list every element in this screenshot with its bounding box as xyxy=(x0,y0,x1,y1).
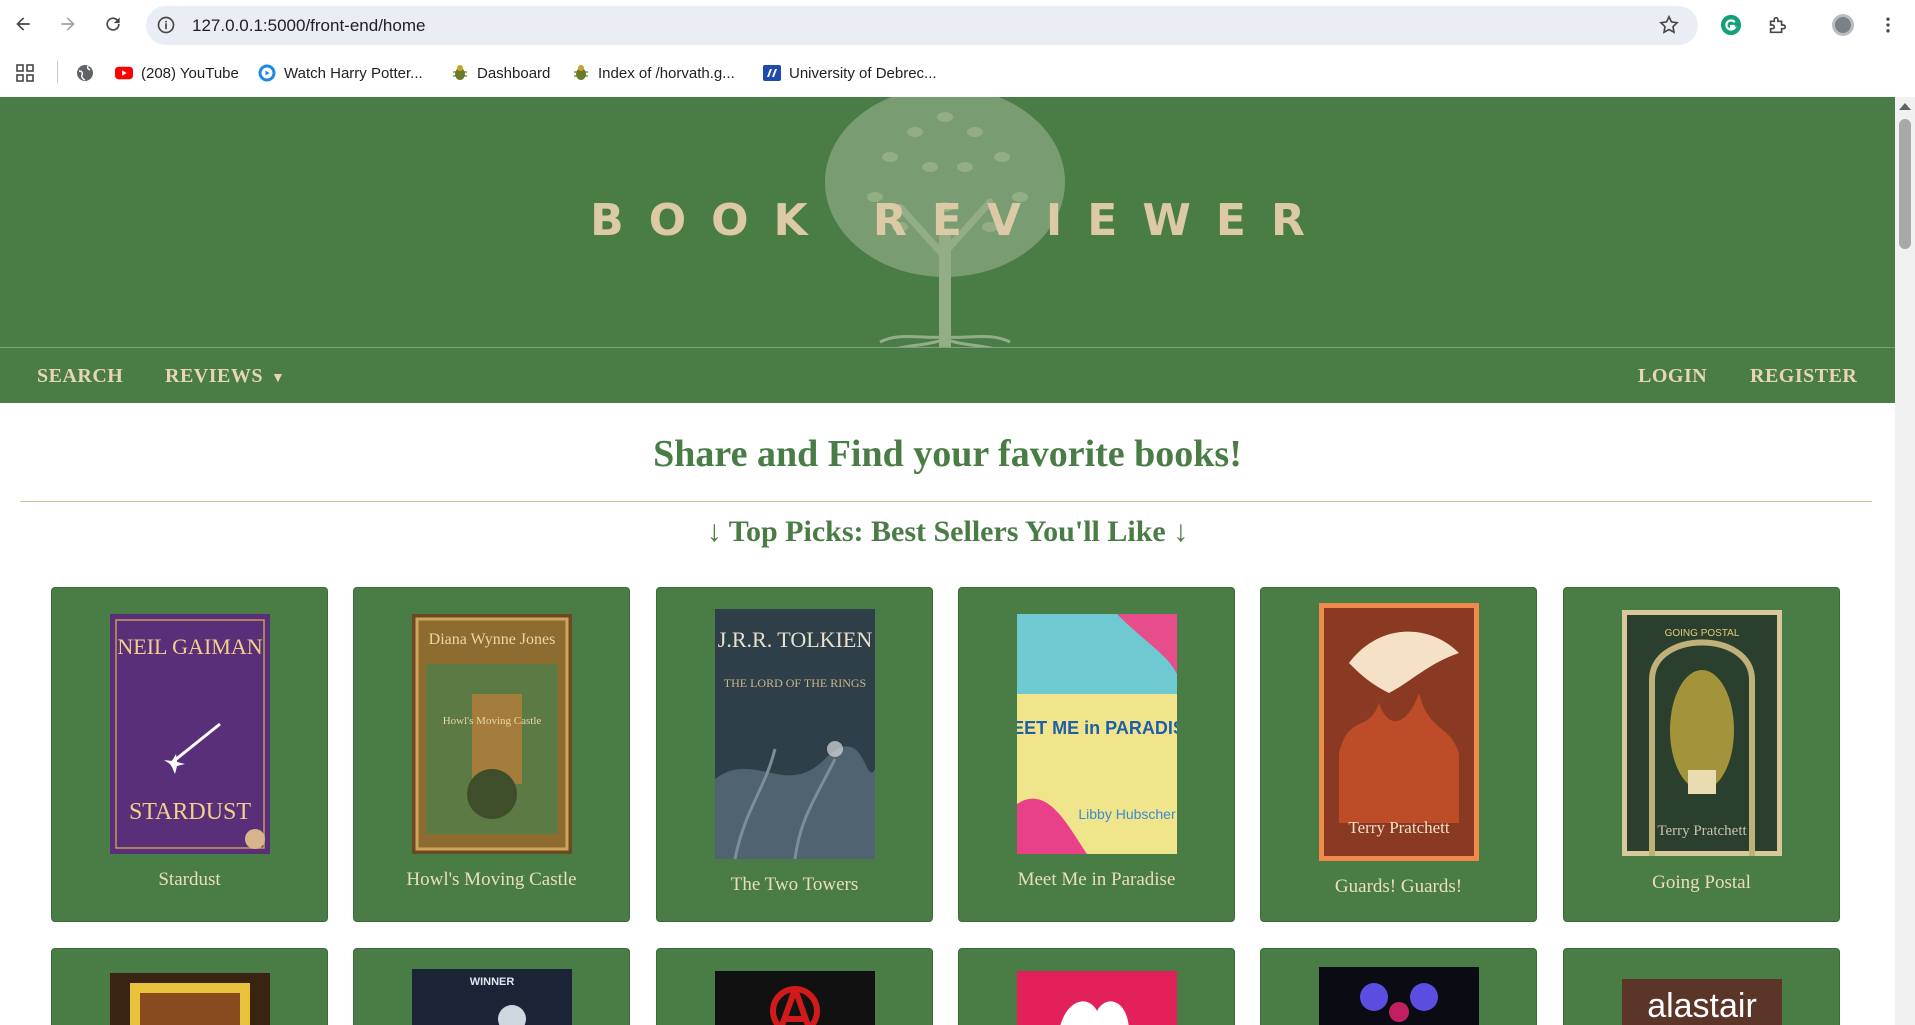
profile-avatar-icon[interactable] xyxy=(1830,12,1856,38)
back-button[interactable] xyxy=(9,10,37,38)
nav-register[interactable]: REGISTER xyxy=(1750,365,1857,388)
browser-toolbar: 127.0.0.1:5000/front-end/home xyxy=(0,0,1915,50)
book-card[interactable]: alastair xyxy=(1563,948,1840,1025)
book-cover[interactable]: WINNER xyxy=(412,969,572,1025)
cover-author-text: Libby Hubscher xyxy=(1078,806,1176,822)
cover-author-text: J.R.R. TOLKIEN xyxy=(718,627,873,652)
book-title[interactable]: Going Postal xyxy=(1564,872,1839,894)
bookmark-dashboard[interactable]: Dashboard xyxy=(451,61,550,85)
cover-title-text: GOING POSTAL xyxy=(1665,628,1740,639)
play-circle-icon xyxy=(258,64,276,82)
book-title[interactable]: The Two Towers xyxy=(657,874,932,896)
caret-down-icon: ▼ xyxy=(270,371,286,386)
cover-badge-text: WINNER xyxy=(470,976,515,988)
arrow-left-icon xyxy=(16,17,30,31)
bookmark-label: University of Debrec... xyxy=(789,64,937,82)
bookmark-university[interactable]: University of Debrec... xyxy=(763,61,937,85)
book-cover-stardust[interactable]: NEIL GAIMAN STARDUST xyxy=(110,614,270,854)
book-title[interactable]: Meet Me in Paradise xyxy=(959,869,1234,891)
university-icon xyxy=(763,64,781,82)
cover-author-text: NEIL GAIMAN xyxy=(117,634,262,659)
book-card[interactable]: GOING POSTAL Terry Pratchett Going Posta… xyxy=(1563,587,1840,922)
bug-icon xyxy=(572,64,590,82)
book-title[interactable]: Howl's Moving Castle xyxy=(354,869,629,891)
grammarly-extension-icon[interactable] xyxy=(1718,12,1744,38)
book-card[interactable]: Diana Wynne Jones Howl's Moving Castle H… xyxy=(353,587,630,922)
cover-title-text: THE LORD OF THE RINGS xyxy=(724,676,866,690)
cover-title-text: MEET ME in PARADISE xyxy=(1017,718,1177,738)
bookmark-globe[interactable] xyxy=(76,61,102,85)
book-card[interactable] xyxy=(1260,948,1537,1025)
cover-title-text: STARDUST xyxy=(129,799,251,825)
site-banner: BOOK REVIEWER xyxy=(0,97,1895,347)
book-cover[interactable]: alastair xyxy=(1622,979,1782,1025)
bookmark-star-icon[interactable] xyxy=(1658,14,1680,36)
site-title: BOOK REVIEWER xyxy=(590,195,1330,246)
book-cover-guards-guards[interactable]: Terry Pratchett xyxy=(1319,603,1479,861)
reload-icon xyxy=(106,17,120,31)
bookmarks-separator xyxy=(57,61,58,83)
book-cover-meet-me-in-paradise[interactable]: MEET ME in PARADISE Libby Hubscher xyxy=(1017,614,1177,854)
apps-grid-button[interactable] xyxy=(16,61,42,85)
nav-reviews-label: REVIEWS xyxy=(165,365,263,387)
youtube-icon xyxy=(115,64,133,82)
book-cover-howls-moving-castle[interactable]: Diana Wynne Jones Howl's Moving Castle xyxy=(412,614,572,854)
page-scrollbar[interactable] xyxy=(1895,97,1915,1025)
book-title[interactable]: Guards! Guards! xyxy=(1261,876,1536,898)
cover-author-text: Terry Pratchett xyxy=(1348,818,1450,837)
bookmark-index-horvath[interactable]: Index of /horvath.g... xyxy=(572,61,735,85)
book-card[interactable]: J.R.R. TOLKIEN THE LORD OF THE RINGS The… xyxy=(656,587,933,922)
book-title[interactable]: Stardust xyxy=(52,869,327,891)
bookmark-label: (208) YouTube xyxy=(141,64,239,82)
page-headline: Share and Find your favorite books! xyxy=(653,433,1242,475)
forward-button[interactable] xyxy=(54,10,82,38)
book-cover[interactable] xyxy=(1319,967,1479,1025)
bookmark-youtube[interactable]: (208) YouTube xyxy=(115,61,239,85)
book-card[interactable] xyxy=(51,948,328,1025)
page-viewport: BOOK REVIEWER SEARCH REVIEWS ▼ LOGIN REGI… xyxy=(0,97,1895,1025)
book-cover[interactable] xyxy=(110,973,270,1025)
nav-search[interactable]: SEARCH xyxy=(37,365,123,388)
nav-login[interactable]: LOGIN xyxy=(1638,365,1707,388)
book-card[interactable]: MEET ME in PARADISE Libby Hubscher Meet … xyxy=(958,587,1235,922)
apps-grid-icon xyxy=(16,64,34,82)
book-card[interactable]: Terry Pratchett Guards! Guards! xyxy=(1260,587,1537,922)
divider xyxy=(20,501,1872,502)
more-menu-icon[interactable] xyxy=(1875,12,1901,38)
section-heading: ↓ Top Picks: Best Sellers You'll Like ↓ xyxy=(706,515,1189,548)
book-cover[interactable] xyxy=(1017,971,1177,1025)
cover-author-text: Diana Wynne Jones xyxy=(429,631,556,648)
bookmark-harry-potter[interactable]: Watch Harry Potter... xyxy=(258,61,423,85)
cover-title-text: Howl's Moving Castle xyxy=(443,715,542,727)
bookmarks-bar: (208) YouTube Watch Harry Potter... Dash… xyxy=(0,50,1915,96)
book-card[interactable]: NEIL GAIMAN STARDUST Stardust xyxy=(51,587,328,922)
url-text[interactable]: 127.0.0.1:5000/front-end/home xyxy=(192,16,425,36)
site-info-icon[interactable] xyxy=(156,15,176,35)
book-cover-going-postal[interactable]: GOING POSTAL Terry Pratchett xyxy=(1622,610,1782,856)
book-card[interactable] xyxy=(958,948,1235,1025)
cover-author-text: Terry Pratchett xyxy=(1657,823,1747,839)
extensions-puzzle-icon[interactable] xyxy=(1764,12,1790,38)
book-card[interactable] xyxy=(656,948,933,1025)
bookmark-label: Dashboard xyxy=(477,64,551,82)
book-cover[interactable] xyxy=(715,971,875,1025)
scroll-thumb[interactable] xyxy=(1899,119,1911,249)
arrow-right-icon xyxy=(61,17,75,31)
bookmark-label: Index of /horvath.g... xyxy=(598,64,735,82)
scroll-up-arrow-icon[interactable] xyxy=(1899,103,1911,110)
book-cover-two-towers[interactable]: J.R.R. TOLKIEN THE LORD OF THE RINGS xyxy=(715,609,875,859)
main-nav: SEARCH REVIEWS ▼ LOGIN REGISTER xyxy=(0,347,1895,403)
cover-author-text: alastair xyxy=(1647,987,1757,1025)
address-bar[interactable]: 127.0.0.1:5000/front-end/home xyxy=(146,6,1698,45)
bug-icon xyxy=(451,64,469,82)
bookmark-label: Watch Harry Potter... xyxy=(284,64,423,82)
nav-reviews-dropdown[interactable]: REVIEWS ▼ xyxy=(165,365,285,388)
book-card[interactable]: WINNER xyxy=(353,948,630,1025)
globe-icon xyxy=(76,64,94,82)
reload-button[interactable] xyxy=(99,10,127,38)
